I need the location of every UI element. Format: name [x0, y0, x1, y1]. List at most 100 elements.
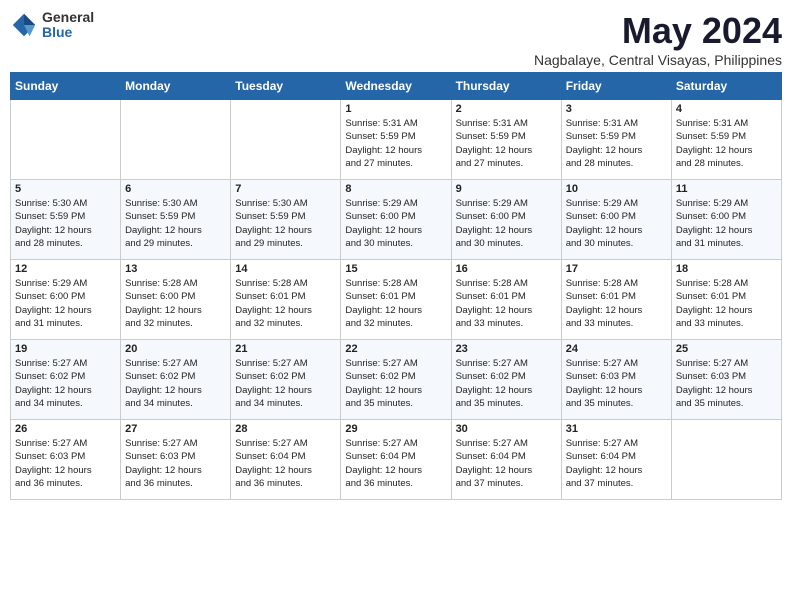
- header-saturday: Saturday: [671, 73, 781, 100]
- day-info: Sunrise: 5:27 AM Sunset: 6:02 PM Dayligh…: [235, 357, 336, 410]
- day-number: 27: [125, 423, 226, 435]
- calendar-cell: 29Sunrise: 5:27 AM Sunset: 6:04 PM Dayli…: [341, 420, 451, 500]
- day-info: Sunrise: 5:31 AM Sunset: 5:59 PM Dayligh…: [566, 117, 667, 170]
- week-row-4: 26 Sunrise: 5:27 AM Sunset: 6:03 PM Dayli…: [11, 420, 782, 500]
- calendar-cell: [671, 420, 781, 500]
- day-number: 24: [566, 343, 667, 355]
- day-info: Sunrise: 5:29 AM Sunset: 6:00 PM Dayligh…: [456, 197, 557, 250]
- day-info: Sunrise: 5:27 AM Sunset: 6:04 PM Dayligh…: [566, 437, 667, 490]
- week-row-3: 19 Sunrise: 5:27 AM Sunset: 6:02 PM Dayli…: [11, 340, 782, 420]
- calendar-cell: 20 Sunrise: 5:27 AM Sunset: 6:02 PM Dayli…: [121, 340, 231, 420]
- day-info: Sunrise: 5:29 AM Sunset: 6:00 PM Dayligh…: [345, 197, 446, 250]
- week-row-2: 12 Sunrise: 5:29 AM Sunset: 6:00 PM Dayli…: [11, 260, 782, 340]
- logo-icon: [10, 11, 38, 39]
- day-number: 14: [235, 263, 336, 275]
- day-number: 12: [15, 263, 116, 275]
- day-info: Sunrise: 5:27 AM Sunset: 6:02 PM Dayligh…: [456, 357, 557, 410]
- calendar-cell: 31 Sunrise: 5:27 AM Sunset: 6:04 PM Dayli…: [561, 420, 671, 500]
- day-info: Sunrise: 5:27 AM Sunset: 6:04 PM Dayligh…: [235, 437, 336, 490]
- day-info: Sunrise: 5:27 AM Sunset: 6:02 PM Dayligh…: [15, 357, 116, 410]
- day-info: Sunrise: 5:27 AM Sunset: 6:03 PM Dayligh…: [125, 437, 226, 490]
- day-number: 11: [676, 183, 777, 195]
- day-info: Sunrise: 5:28 AM Sunset: 6:01 PM Dayligh…: [345, 277, 446, 330]
- logo-general: General: [42, 10, 94, 25]
- day-number: 2: [456, 103, 557, 115]
- day-info: Sunrise: 5:28 AM Sunset: 6:01 PM Dayligh…: [566, 277, 667, 330]
- calendar-cell: [121, 100, 231, 180]
- day-info: Sunrise: 5:27 AM Sunset: 6:04 PM Dayligh…: [456, 437, 557, 490]
- day-number: 23: [456, 343, 557, 355]
- day-info: Sunrise: 5:31 AM Sunset: 5:59 PM Dayligh…: [456, 117, 557, 170]
- day-info: Sunrise: 5:27 AM Sunset: 6:03 PM Dayligh…: [566, 357, 667, 410]
- day-number: 4: [676, 103, 777, 115]
- calendar-cell: 30 Sunrise: 5:27 AM Sunset: 6:04 PM Dayli…: [451, 420, 561, 500]
- calendar-cell: 2 Sunrise: 5:31 AM Sunset: 5:59 PM Daylig…: [451, 100, 561, 180]
- day-number: 19: [15, 343, 116, 355]
- calendar-cell: 4 Sunrise: 5:31 AM Sunset: 5:59 PM Daylig…: [671, 100, 781, 180]
- calendar-cell: 16 Sunrise: 5:28 AM Sunset: 6:01 PM Dayli…: [451, 260, 561, 340]
- day-number: 1: [345, 103, 446, 115]
- day-info: Sunrise: 5:29 AM Sunset: 6:00 PM Dayligh…: [15, 277, 116, 330]
- day-number: 15: [345, 263, 446, 275]
- day-info: Sunrise: 5:29 AM Sunset: 6:00 PM Dayligh…: [566, 197, 667, 250]
- calendar-cell: 12 Sunrise: 5:29 AM Sunset: 6:00 PM Dayli…: [11, 260, 121, 340]
- calendar-cell: [231, 100, 341, 180]
- day-info: Sunrise: 5:30 AM Sunset: 5:59 PM Dayligh…: [15, 197, 116, 250]
- day-number: 9: [456, 183, 557, 195]
- header-wednesday: Wednesday: [341, 73, 451, 100]
- calendar-cell: 6Sunrise: 5:30 AM Sunset: 5:59 PM Daylig…: [121, 180, 231, 260]
- calendar-cell: 1Sunrise: 5:31 AM Sunset: 5:59 PM Daylig…: [341, 100, 451, 180]
- day-number: 18: [676, 263, 777, 275]
- calendar-cell: 10 Sunrise: 5:29 AM Sunset: 6:00 PM Dayli…: [561, 180, 671, 260]
- day-number: 5: [15, 183, 116, 195]
- day-info: Sunrise: 5:30 AM Sunset: 5:59 PM Dayligh…: [235, 197, 336, 250]
- day-info: Sunrise: 5:27 AM Sunset: 6:02 PM Dayligh…: [345, 357, 446, 410]
- header-sunday: Sunday: [11, 73, 121, 100]
- day-info: Sunrise: 5:28 AM Sunset: 6:01 PM Dayligh…: [456, 277, 557, 330]
- page-header: General Blue May 2024 Nagbalaye, Central…: [10, 10, 782, 68]
- calendar-cell: 24 Sunrise: 5:27 AM Sunset: 6:03 PM Dayli…: [561, 340, 671, 420]
- calendar-cell: 14 Sunrise: 5:28 AM Sunset: 6:01 PM Dayli…: [231, 260, 341, 340]
- day-info: Sunrise: 5:28 AM Sunset: 6:01 PM Dayligh…: [676, 277, 777, 330]
- header-monday: Monday: [121, 73, 231, 100]
- day-info: Sunrise: 5:31 AM Sunset: 5:59 PM Dayligh…: [676, 117, 777, 170]
- calendar-cell: 23 Sunrise: 5:27 AM Sunset: 6:02 PM Dayli…: [451, 340, 561, 420]
- day-info: Sunrise: 5:27 AM Sunset: 6:03 PM Dayligh…: [15, 437, 116, 490]
- calendar-cell: 5 Sunrise: 5:30 AM Sunset: 5:59 PM Daylig…: [11, 180, 121, 260]
- header-thursday: Thursday: [451, 73, 561, 100]
- day-number: 7: [235, 183, 336, 195]
- calendar-cell: 25 Sunrise: 5:27 AM Sunset: 6:03 PM Dayli…: [671, 340, 781, 420]
- day-number: 26: [15, 423, 116, 435]
- logo-text: General Blue: [42, 10, 94, 41]
- calendar-cell: [11, 100, 121, 180]
- calendar-cell: 28Sunrise: 5:27 AM Sunset: 6:04 PM Dayli…: [231, 420, 341, 500]
- header-friday: Friday: [561, 73, 671, 100]
- calendar-cell: 3 Sunrise: 5:31 AM Sunset: 5:59 PM Daylig…: [561, 100, 671, 180]
- day-number: 25: [676, 343, 777, 355]
- day-info: Sunrise: 5:28 AM Sunset: 6:01 PM Dayligh…: [235, 277, 336, 330]
- logo-blue: Blue: [42, 25, 94, 40]
- calendar-cell: 7 Sunrise: 5:30 AM Sunset: 5:59 PM Daylig…: [231, 180, 341, 260]
- calendar-cell: 13 Sunrise: 5:28 AM Sunset: 6:00 PM Dayli…: [121, 260, 231, 340]
- day-number: 13: [125, 263, 226, 275]
- day-number: 20: [125, 343, 226, 355]
- day-number: 3: [566, 103, 667, 115]
- day-number: 8: [345, 183, 446, 195]
- day-info: Sunrise: 5:29 AM Sunset: 6:00 PM Dayligh…: [676, 197, 777, 250]
- calendar-cell: 21 Sunrise: 5:27 AM Sunset: 6:02 PM Dayli…: [231, 340, 341, 420]
- day-number: 22: [345, 343, 446, 355]
- day-number: 30: [456, 423, 557, 435]
- main-title: May 2024: [534, 10, 782, 52]
- header-row: SundayMondayTuesdayWednesdayThursdayFrid…: [11, 73, 782, 100]
- day-number: 29: [345, 423, 446, 435]
- day-info: Sunrise: 5:27 AM Sunset: 6:03 PM Dayligh…: [676, 357, 777, 410]
- day-info: Sunrise: 5:27 AM Sunset: 6:02 PM Dayligh…: [125, 357, 226, 410]
- day-number: 10: [566, 183, 667, 195]
- day-info: Sunrise: 5:28 AM Sunset: 6:00 PM Dayligh…: [125, 277, 226, 330]
- day-number: 21: [235, 343, 336, 355]
- calendar-cell: 11 Sunrise: 5:29 AM Sunset: 6:00 PM Dayli…: [671, 180, 781, 260]
- header-tuesday: Tuesday: [231, 73, 341, 100]
- day-number: 16: [456, 263, 557, 275]
- day-info: Sunrise: 5:30 AM Sunset: 5:59 PM Dayligh…: [125, 197, 226, 250]
- day-number: 31: [566, 423, 667, 435]
